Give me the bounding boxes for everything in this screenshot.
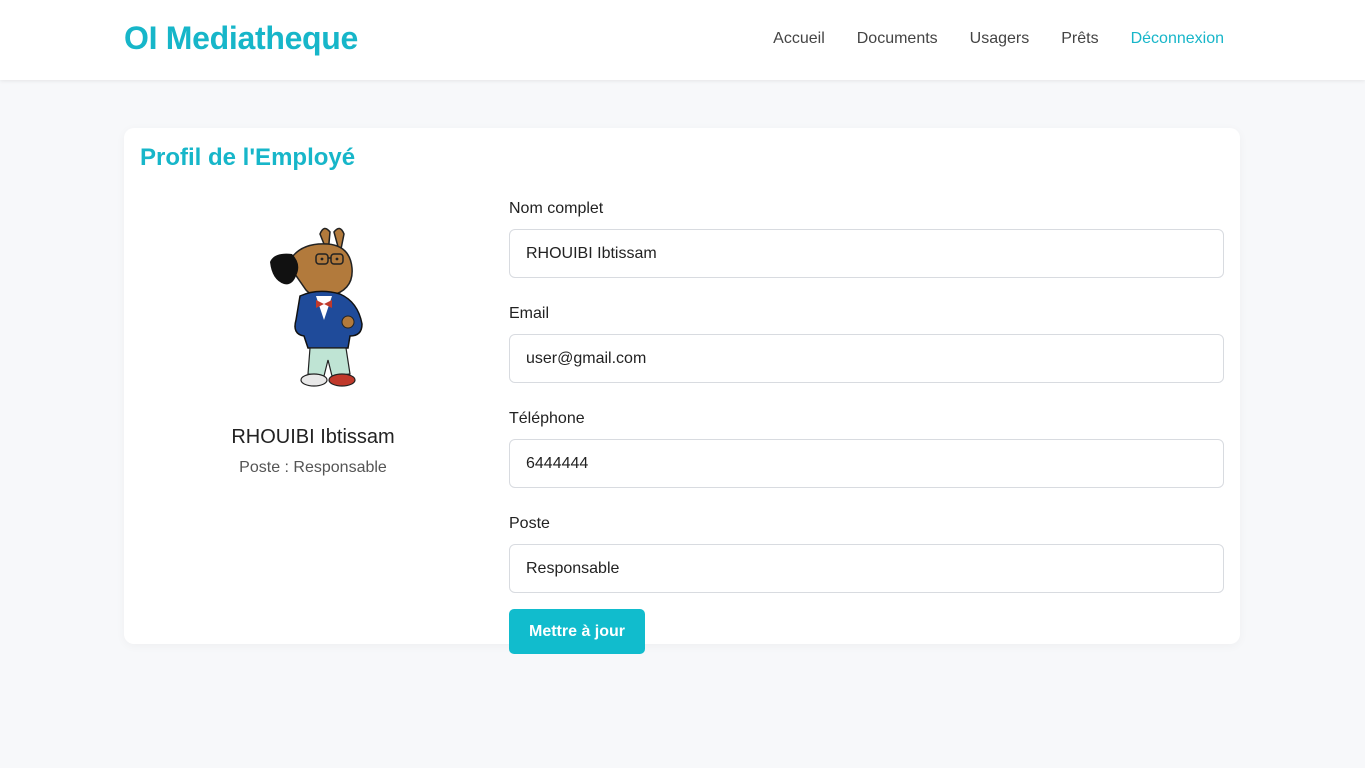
nav-accueil[interactable]: Accueil	[773, 30, 825, 48]
phone-input[interactable]	[509, 439, 1224, 488]
update-button[interactable]: Mettre à jour	[509, 609, 646, 654]
nav-usagers[interactable]: Usagers	[970, 30, 1030, 48]
brand-logo[interactable]: OI Mediatheque	[124, 20, 358, 57]
profile-role: Poste : Responsable	[239, 459, 387, 476]
nav-documents[interactable]: Documents	[857, 30, 938, 48]
profile-summary: RHOUIBI Ibtissam Poste : Responsable	[124, 224, 502, 477]
fullname-input[interactable]	[509, 229, 1224, 278]
position-input[interactable]	[509, 544, 1224, 593]
nav-deconnexion[interactable]: Déconnexion	[1131, 30, 1224, 48]
profile-name: RHOUIBI Ibtissam	[231, 426, 395, 448]
main-nav: Accueil Documents Usagers Prêts Déconnex…	[773, 30, 1224, 48]
email-input[interactable]	[509, 334, 1224, 383]
profile-form: Nom complet Email Téléphone Poste Mettre…	[509, 200, 1224, 654]
position-label: Poste	[509, 515, 550, 532]
top-navbar: OI Mediatheque Accueil Documents Usagers…	[0, 0, 1365, 80]
page-title: Profil de l'Employé	[140, 144, 356, 171]
fullname-label: Nom complet	[509, 200, 604, 217]
phone-label: Téléphone	[509, 410, 585, 427]
profile-card: Profil de l'Employé RHOUIBI Ibtissam Pos…	[124, 128, 1240, 654]
avatar-icon	[270, 227, 363, 387]
nav-prets[interactable]: Prêts	[1061, 30, 1098, 48]
email-label: Email	[509, 305, 550, 322]
